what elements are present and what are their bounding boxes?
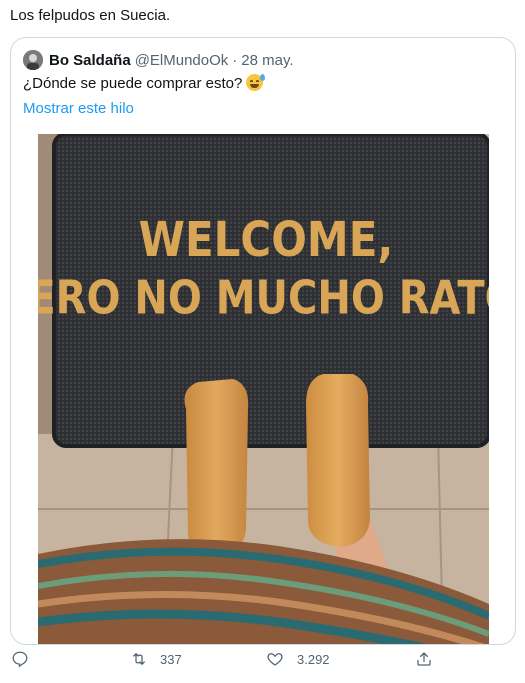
reply-icon <box>12 651 28 668</box>
retweet-icon <box>133 653 145 665</box>
tweet-date[interactable]: 28 may. <box>241 52 293 69</box>
share-icon <box>417 652 431 666</box>
share-button[interactable] <box>415 650 433 668</box>
tweet-text: Los felpudos en Suecia. <box>10 7 171 24</box>
mat-text-line1: WELCOME, <box>139 211 394 268</box>
retweet-count: 337 <box>160 651 182 667</box>
doormat-photo-illustration: WELCOME, PERO NO MUCHO RATO. <box>38 134 489 644</box>
tweet-photo[interactable]: WELCOME, PERO NO MUCHO RATO. <box>38 134 489 644</box>
sweat-smile-emoji-icon <box>246 74 266 91</box>
author-avatar[interactable] <box>23 50 43 70</box>
quoted-tweet-header: Bo Saldaña @ElMundoOk · 28 may. <box>23 50 294 70</box>
reply-button[interactable] <box>11 650 29 668</box>
like-count: 3.292 <box>297 651 330 667</box>
retweet-button[interactable]: 337 <box>130 650 182 668</box>
author-name[interactable]: Bo Saldaña <box>49 52 131 69</box>
separator-dot: · <box>232 51 238 69</box>
heart-icon <box>267 653 283 666</box>
author-handle[interactable]: @ElMundoOk <box>135 52 229 69</box>
mat-text-line2: PERO NO MUCHO RATO. <box>38 272 489 325</box>
quoted-tweet-text-content: ¿Dónde se puede comprar esto? <box>23 75 243 92</box>
quoted-tweet-card[interactable]: Bo Saldaña @ElMundoOk · 28 may. ¿Dónde s… <box>10 37 516 645</box>
tweet-actions-bar: 337 3.292 <box>0 650 525 680</box>
show-thread-link[interactable]: Mostrar este hilo <box>23 99 134 119</box>
like-button[interactable]: 3.292 <box>266 650 330 668</box>
quoted-tweet-text: ¿Dónde se puede comprar esto? <box>23 74 266 94</box>
